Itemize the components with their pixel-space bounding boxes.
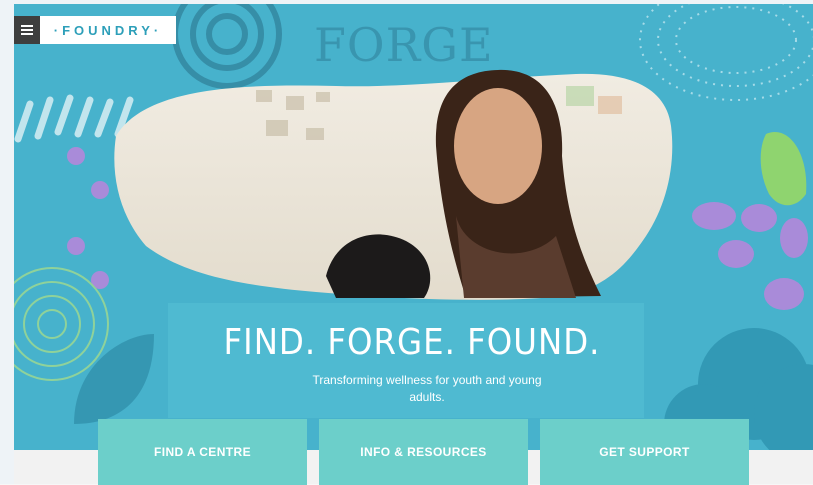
hero-photo — [114, 69, 673, 300]
bird-shape — [760, 132, 807, 206]
purple-leaves — [692, 202, 808, 310]
hero-headline: FIND. FORGE. FOUND. — [223, 322, 601, 363]
find-a-centre-button[interactable]: FIND A CENTRE — [98, 419, 307, 485]
forge-background-word: FORGE — [314, 18, 494, 72]
menu-button[interactable] — [14, 16, 40, 44]
hamburger-icon — [21, 29, 33, 31]
info-resources-button[interactable]: INFO & RESOURCES — [319, 419, 528, 485]
paw-prints — [67, 147, 109, 289]
foundry-logo[interactable]: ·FOUNDRY· — [40, 16, 176, 44]
get-support-button[interactable]: GET SUPPORT — [540, 419, 749, 485]
hero-subtitle: Transforming wellness for youth and youn… — [312, 373, 542, 404]
